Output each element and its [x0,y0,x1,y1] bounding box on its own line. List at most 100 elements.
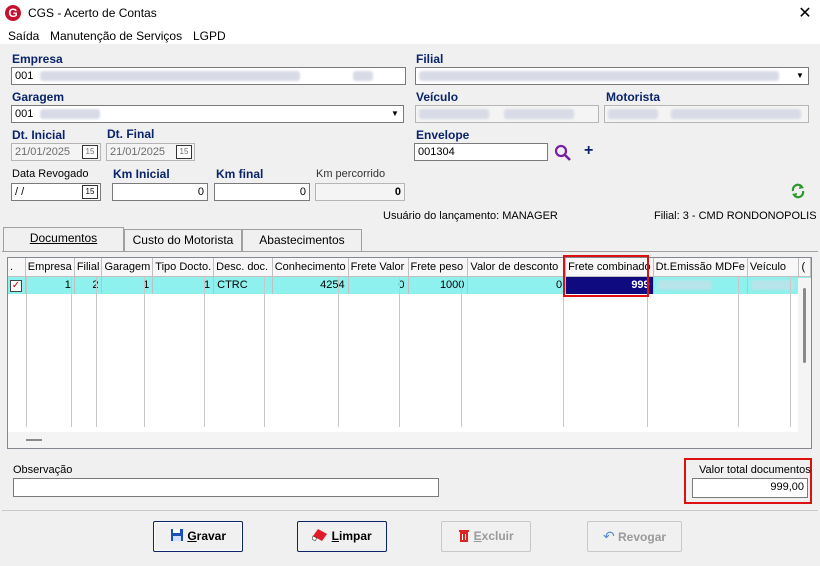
redacted-text [504,109,575,120]
motorista-label: Motorista [606,90,660,104]
empresa-code: 001 [15,70,34,82]
tab-abastecimentos[interactable]: Abastecimentos [242,229,362,251]
redacted-text [656,280,712,291]
limpar-button[interactable]: Limpar [297,521,387,552]
column-header[interactable]: Filial [74,258,103,277]
column-header[interactable]: Garagem [101,258,154,277]
data-revogado-value: / / [15,186,25,198]
km-final-label: Km final [216,167,264,181]
motorista-field[interactable] [604,105,809,123]
veiculo-field[interactable] [415,105,599,123]
menu-manutencao-servicos[interactable]: Manutenção de Serviços [50,29,182,43]
excluir-label: xcluir [481,529,514,543]
grid-line [738,277,739,427]
redacted-text [40,71,301,82]
data-revogado-field[interactable]: / / 15 [11,183,101,201]
redacted-text [750,280,795,291]
calendar-icon[interactable]: 15 [82,145,98,159]
chevron-down-icon[interactable]: ▼ [388,106,402,122]
annotation-box-frete [563,255,649,297]
calendar-icon[interactable]: 15 [176,145,192,159]
calendar-icon[interactable]: 15 [82,185,98,199]
cell-conhecimento[interactable]: 4254 [272,276,349,294]
documents-grid[interactable]: . Empresa Filial Garagem Tipo Docto. Des… [7,257,812,449]
refresh-icon[interactable] [790,183,806,199]
scrollbar-thumb[interactable] [803,288,806,363]
km-final-field[interactable]: 0 [214,183,310,201]
column-header[interactable]: Desc. doc. [213,258,273,277]
grid-line [461,277,462,427]
observacao-input[interactable] [13,478,439,497]
km-percorrido-label: Km percorrido [316,168,386,180]
cell-valor-desconto[interactable]: 0 [467,276,567,294]
row-checkbox-cell[interactable]: ✓ [8,276,26,294]
dt-inicial-field[interactable]: 21/01/2025 15 [11,143,101,161]
revogar-label: Revogar [618,530,667,544]
column-header[interactable]: Tipo Docto. [152,258,215,277]
cell-empresa[interactable]: 1 [25,276,75,294]
gravar-button[interactable]: Gravar [153,521,243,552]
dt-final-field[interactable]: 21/01/2025 15 [106,143,195,161]
valor-total-field: 999,00 [692,478,808,498]
window-title: CGS - Acerto de Contas [28,6,157,20]
limpar-label: impar [339,529,372,543]
column-header[interactable]: ( [798,258,811,277]
garagem-label: Garagem [12,90,65,104]
envelope-field[interactable]: 001304 [414,143,548,161]
cell-garagem[interactable]: 1 [101,276,154,294]
valor-total-label: Valor total documentos [699,464,811,476]
menu-saida[interactable]: Saída [8,29,39,43]
checkbox-icon[interactable]: ✓ [10,279,22,292]
redacted-text [671,109,802,120]
tab-abastecimentos-label: Abastecimentos [259,233,345,247]
column-header[interactable]: Valor de desconto [467,258,567,277]
menu-lgpd[interactable]: LGPD [193,29,226,43]
column-header[interactable]: Dt.Emissão MDFe [653,258,748,277]
column-header[interactable]: Empresa [25,258,75,277]
cell-frete-peso[interactable]: 1000 [408,276,469,294]
redacted-text [40,109,101,120]
cell-veiculo[interactable] [747,276,800,294]
search-icon[interactable] [554,144,572,162]
dt-final-value: 21/01/2025 [110,146,166,158]
gravar-mnemonic: G [187,529,197,543]
documents-table: . Empresa Filial Garagem Tipo Docto. Des… [8,258,811,294]
tab-custo-motorista[interactable]: Custo do Motorista [124,229,242,251]
empresa-field[interactable]: 001 [11,67,406,85]
cell-filial[interactable]: 2 [74,276,103,294]
grid-line [338,277,339,427]
grid-line [790,277,791,427]
filial-select[interactable]: ▼ [415,67,809,85]
cell-dt-emissao-mdfe[interactable] [653,276,748,294]
scrollbar-thumb[interactable] [26,439,42,441]
observacao-label: Observação [13,464,73,476]
filial-info: Filial: 3 - CMD RONDONOPOLIS [654,210,817,222]
column-header[interactable]: Frete peso [408,258,469,277]
column-header[interactable]: Frete Valor [348,258,409,277]
column-header[interactable]: Conhecimento [272,258,349,277]
trash-icon [459,530,470,542]
excluir-button[interactable]: Excluir [441,521,531,552]
tab-documentos[interactable]: Documentos [3,227,124,252]
empresa-label: Empresa [12,52,63,66]
km-inicial-field[interactable]: 0 [112,183,208,201]
grid-line [264,277,265,427]
add-icon[interactable]: + [584,142,593,160]
km-percorrido-field: 0 [315,183,405,201]
revogar-button[interactable]: ↶ Revogar [587,521,682,552]
data-revogado-label: Data Revogado [12,168,89,180]
redacted-text [419,109,489,120]
filial-label: Filial [416,52,444,66]
chevron-down-icon[interactable]: ▼ [793,68,807,84]
close-icon[interactable]: ✕ [796,3,814,23]
app-logo-icon: G [5,5,21,21]
grid-line [399,277,400,427]
tab-divider [2,251,818,252]
garagem-select[interactable]: 001 ▼ [11,105,404,123]
column-header[interactable]: Veículo [747,258,800,277]
table-row[interactable]: ✓ 1 2 1 1 CTRC 4254 0 1000 0 999 [8,276,811,294]
grid-line [96,277,97,427]
vertical-scrollbar[interactable] [798,278,811,433]
column-header[interactable]: . [8,258,26,277]
horizontal-scrollbar[interactable] [8,432,811,448]
